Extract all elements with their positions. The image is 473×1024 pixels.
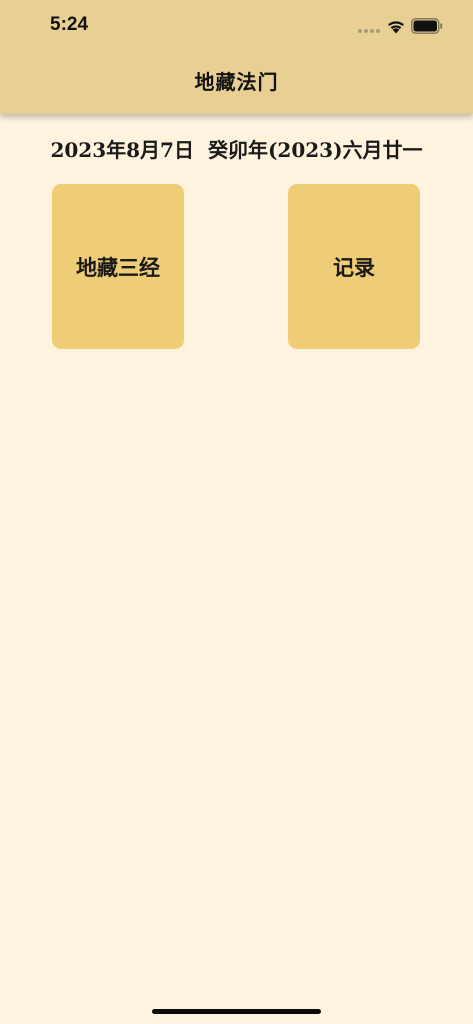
dizang-sutras-label: 地藏三经	[76, 254, 160, 280]
cellular-signal-icon	[358, 29, 380, 33]
dizang-sutras-button[interactable]: 地藏三经	[52, 184, 184, 349]
app-header: 5:24 地藏法门	[0, 0, 473, 114]
gregorian-date: 2023年8月7日	[50, 138, 194, 162]
status-time: 5:24	[50, 14, 89, 35]
records-label: 记录	[333, 254, 375, 280]
battery-icon	[411, 18, 443, 34]
home-indicator[interactable]	[152, 1009, 321, 1014]
wifi-icon	[388, 21, 404, 34]
records-button[interactable]: 记录	[288, 184, 420, 349]
lunar-date: 癸卯年(2023)六月廿一	[207, 138, 423, 162]
page-title: 地藏法门	[194, 70, 279, 94]
date-display: 2023年8月7日 癸卯年(2023)六月廿一	[0, 134, 473, 163]
